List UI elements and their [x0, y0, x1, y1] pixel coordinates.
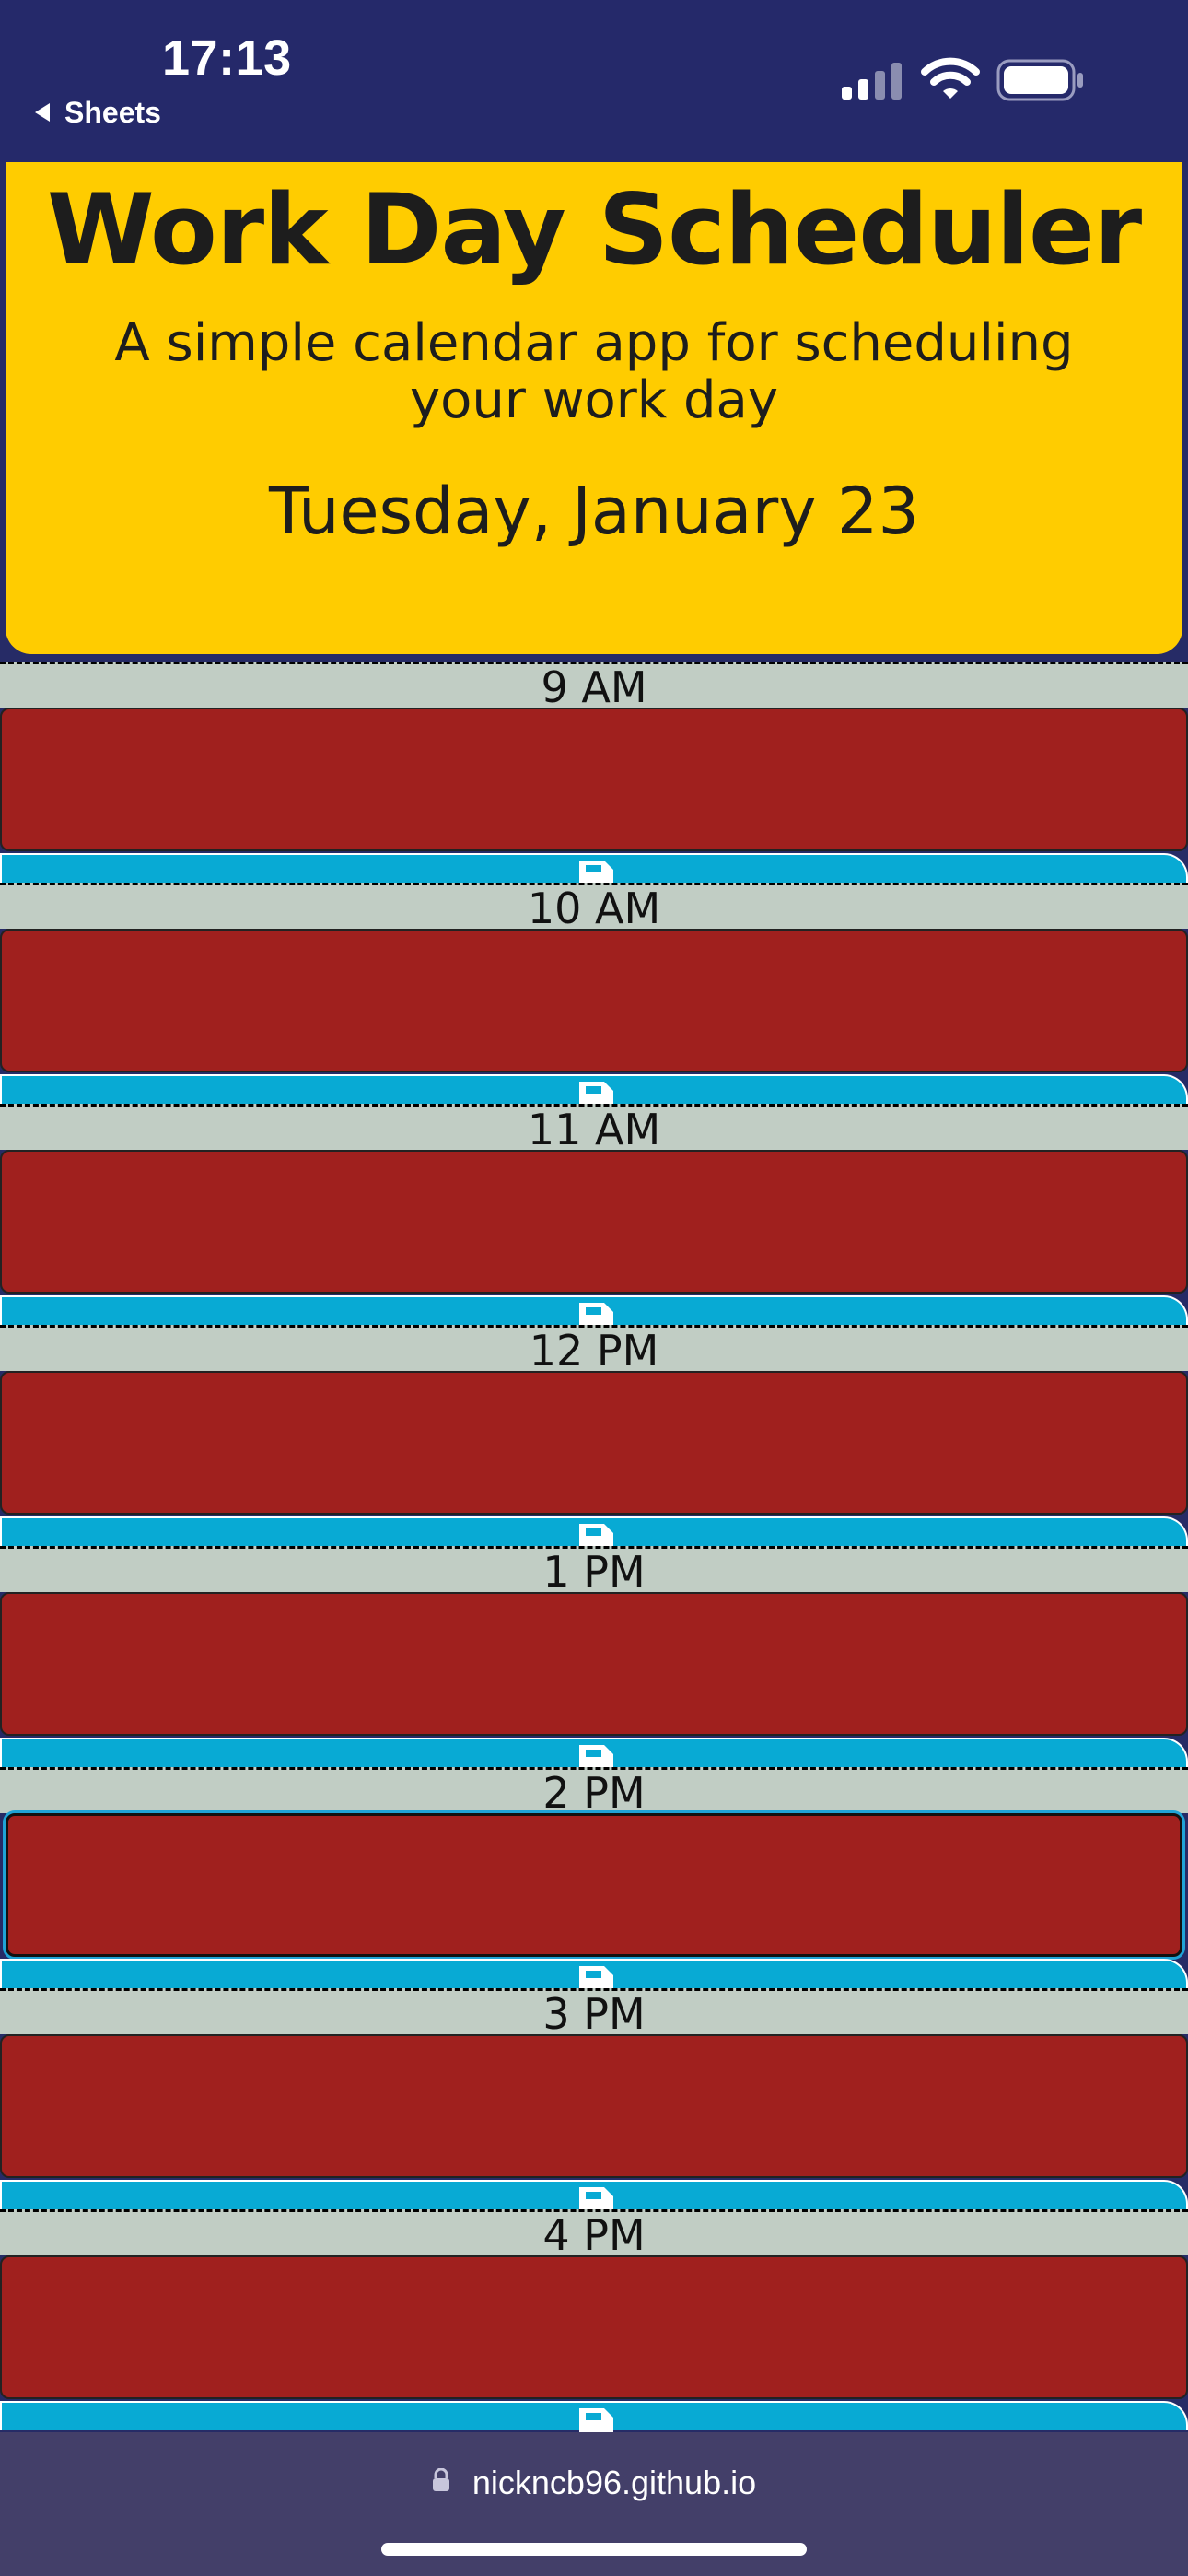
hour-block: 10 AM: [0, 883, 1188, 1106]
lock-icon: [432, 2462, 450, 2500]
hour-block: 9 AM: [0, 662, 1188, 884]
hour-block: 2 PM: [0, 1767, 1188, 1990]
event-description-input[interactable]: [0, 708, 1188, 851]
hour-label: 3 PM: [0, 1988, 1188, 2037]
header: Work Day Scheduler A simple calendar app…: [6, 162, 1182, 654]
battery-icon: [996, 59, 1085, 105]
status-time: 17:13: [162, 30, 292, 86]
save-button[interactable]: [0, 1959, 1188, 1990]
event-description-input[interactable]: [0, 929, 1188, 1072]
event-description-input[interactable]: [0, 1371, 1188, 1515]
event-description-input[interactable]: [0, 1150, 1188, 1294]
event-description-input[interactable]: [6, 1813, 1182, 1957]
back-triangle-icon: [33, 96, 52, 130]
browser-bottom-bar: nickncb96.github.io: [0, 2432, 1188, 2576]
save-button[interactable]: [0, 2180, 1188, 2211]
hour-block: 1 PM: [0, 1546, 1188, 1769]
home-indicator: [381, 2543, 807, 2556]
page-subtitle: A simple calendar app for scheduling you…: [114, 313, 1074, 430]
signal-icon: [842, 61, 906, 103]
event-description-input[interactable]: [0, 2034, 1188, 2178]
current-day: Tuesday, January 23: [269, 474, 919, 549]
back-to-sheets-link[interactable]: Sheets: [33, 96, 161, 130]
save-button[interactable]: [0, 1738, 1188, 1769]
hour-label: 11 AM: [0, 1104, 1188, 1153]
url-text: nickncb96.github.io: [472, 2464, 757, 2501]
hour-block: 12 PM: [0, 1325, 1188, 1548]
hour-block: 3 PM: [0, 1988, 1188, 2211]
hour-label: 9 AM: [0, 662, 1188, 710]
hour-label: 2 PM: [0, 1767, 1188, 1816]
page-title: Work Day Scheduler: [46, 173, 1142, 287]
address-bar[interactable]: nickncb96.github.io: [0, 2464, 1188, 2504]
event-description-input[interactable]: [0, 2255, 1188, 2399]
hour-block: 11 AM: [0, 1104, 1188, 1327]
schedule: 9 AM 10 AM 11 AM 12 PM 1 PM 2 PM 3 PM 4 …: [0, 662, 1188, 2432]
hour-block: 4 PM: [0, 2209, 1188, 2432]
save-button[interactable]: [0, 1516, 1188, 1548]
status-bar: 17:13 Sheets: [0, 0, 1188, 162]
hour-label: 4 PM: [0, 2209, 1188, 2258]
hour-label: 12 PM: [0, 1325, 1188, 1374]
save-button[interactable]: [0, 1074, 1188, 1106]
back-link-label: Sheets: [64, 96, 161, 129]
event-description-input[interactable]: [0, 1592, 1188, 1736]
wifi-icon: [921, 57, 980, 103]
save-button[interactable]: [0, 853, 1188, 884]
hour-label: 10 AM: [0, 883, 1188, 931]
save-button[interactable]: [0, 2401, 1188, 2432]
save-button[interactable]: [0, 1295, 1188, 1327]
save-icon: [575, 2406, 617, 2435]
hour-label: 1 PM: [0, 1546, 1188, 1595]
